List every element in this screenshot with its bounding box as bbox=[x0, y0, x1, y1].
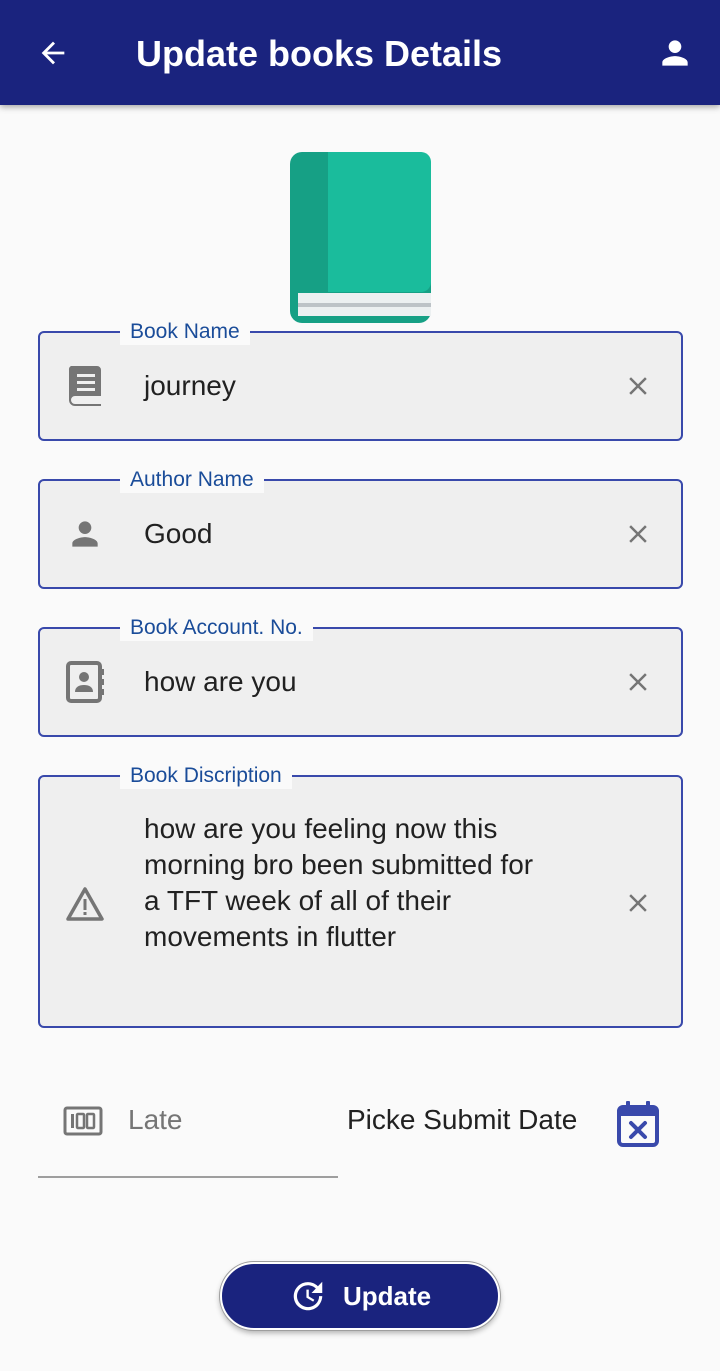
late-input[interactable]: Late bbox=[128, 1102, 183, 1138]
description-field[interactable]: Book Discription how are you feeling now… bbox=[38, 763, 683, 1028]
book-name-field[interactable]: Book Name journey bbox=[38, 319, 683, 441]
book-illustration bbox=[288, 150, 433, 325]
book-icon bbox=[62, 363, 108, 409]
contact-card-icon bbox=[62, 659, 108, 705]
author-name-field[interactable]: Author Name Good bbox=[38, 467, 683, 589]
refresh-icon bbox=[293, 1281, 323, 1311]
calendar-cancel-icon bbox=[617, 1101, 659, 1147]
author-name-label: Author Name bbox=[120, 467, 264, 493]
clear-book-name-button[interactable] bbox=[615, 363, 661, 409]
account-no-field[interactable]: Book Account. No. how are you bbox=[38, 615, 683, 737]
pick-date-button[interactable] bbox=[612, 1098, 664, 1150]
update-button-label: Update bbox=[342, 1280, 432, 1311]
person-icon bbox=[62, 511, 108, 557]
update-button[interactable]: Update bbox=[220, 1262, 500, 1330]
back-button[interactable] bbox=[30, 30, 76, 76]
account-no-input[interactable]: how are you bbox=[144, 664, 297, 700]
clear-description-button[interactable] bbox=[615, 880, 661, 926]
clear-author-name-button[interactable] bbox=[615, 511, 661, 557]
close-icon bbox=[629, 525, 647, 543]
book-name-input[interactable]: journey bbox=[144, 368, 236, 404]
book-name-label: Book Name bbox=[120, 319, 250, 345]
app-bar: Update books Details bbox=[0, 0, 720, 105]
arrow-back-icon bbox=[41, 41, 65, 65]
close-icon bbox=[629, 673, 647, 691]
description-label: Book Discription bbox=[120, 763, 292, 789]
account-no-label: Book Account. No. bbox=[120, 615, 313, 641]
person-icon bbox=[662, 40, 688, 66]
page-title: Update books Details bbox=[136, 33, 503, 74]
author-name-input[interactable]: Good bbox=[144, 516, 213, 552]
close-icon bbox=[629, 894, 647, 912]
warning-triangle-icon bbox=[62, 881, 108, 927]
description-input[interactable]: how are you feeling now this morning bro… bbox=[144, 811, 544, 955]
counter-100-icon bbox=[62, 1100, 104, 1142]
submit-date-label[interactable]: Picke Submit Date bbox=[347, 1102, 577, 1138]
close-icon bbox=[629, 377, 647, 395]
late-field[interactable]: Late bbox=[38, 1080, 338, 1178]
profile-button[interactable] bbox=[652, 30, 698, 76]
clear-account-no-button[interactable] bbox=[615, 659, 661, 705]
